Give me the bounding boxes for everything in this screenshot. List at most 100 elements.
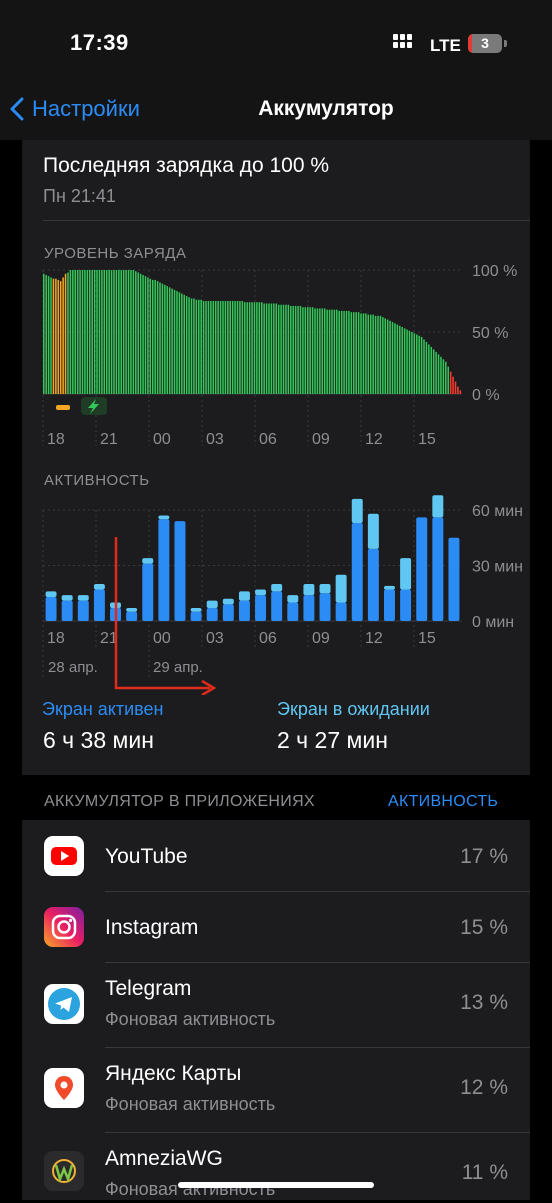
app-row-youtube[interactable]: YouTube 17 % <box>22 820 530 892</box>
level-bar <box>459 390 462 394</box>
level-bar <box>171 288 173 394</box>
level-bar <box>260 302 263 394</box>
level-bar <box>120 270 123 394</box>
level-bar <box>411 332 413 394</box>
level-bar <box>164 284 166 394</box>
level-bar <box>437 354 440 394</box>
activity-bar-idle <box>351 498 363 523</box>
level-bar <box>200 299 202 394</box>
app-row-instagram[interactable]: Instagram 15 % <box>22 892 530 963</box>
level-bar <box>377 315 379 394</box>
level-bar <box>338 310 341 394</box>
level-bar <box>161 283 164 394</box>
level-bar <box>108 270 110 394</box>
level-bar <box>52 278 55 394</box>
app-percent: 15 % <box>460 916 508 939</box>
activity-bar-idle <box>367 513 379 549</box>
activity-bar-active <box>400 589 412 621</box>
level-bar <box>127 270 130 394</box>
level-bar <box>362 313 365 394</box>
app-row-telegram[interactable]: Telegram Фоновая активность 13 % <box>22 963 530 1048</box>
x-tick-label: 15 <box>418 630 436 647</box>
level-bar <box>105 270 108 394</box>
level-bar <box>386 319 389 394</box>
level-bar <box>69 270 72 394</box>
level-bar <box>72 270 74 394</box>
level-bar <box>64 273 67 394</box>
apps-section-header: АККУМУЛЯТОР В ПРИЛОЖЕНИЯХ <box>44 793 315 810</box>
level-bar <box>57 279 60 394</box>
level-bar <box>258 302 261 394</box>
level-bar <box>297 305 299 394</box>
level-bar <box>244 302 246 394</box>
level-bar <box>447 366 449 394</box>
level-bar <box>314 308 316 394</box>
battery-level-chart[interactable]: 18 21 00 03 06 09 12 15 100 % 50 % 0 % <box>22 140 530 460</box>
x-tick-label: 09 <box>312 630 330 647</box>
level-bar <box>454 381 457 394</box>
level-bar <box>98 270 101 394</box>
level-bar <box>212 301 215 394</box>
level-bar <box>328 309 331 394</box>
level-bar <box>265 303 268 394</box>
bolt-icon <box>81 397 107 415</box>
level-bar <box>369 314 372 394</box>
level-bar <box>292 305 294 394</box>
level-bar <box>195 299 198 394</box>
level-bar <box>217 301 219 394</box>
level-bar <box>452 376 454 394</box>
show-activity-button[interactable]: АКТИВНОСТЬ <box>388 793 498 811</box>
level-bar <box>222 301 224 394</box>
activity-bar-active <box>432 517 444 621</box>
activity-bar-idle <box>303 584 315 596</box>
level-bar <box>96 270 98 394</box>
level-bar <box>193 298 195 394</box>
activity-chart[interactable]: 18 21 00 03 06 09 12 1528 апр. 29 апр.60 мин30 м… <box>0 480 552 710</box>
battery-icon: 3 <box>468 34 502 53</box>
app-name: AmneziaWG <box>105 1147 223 1170</box>
cellular-signal-icon <box>393 34 417 53</box>
level-bar <box>316 308 319 394</box>
level-bar <box>198 299 200 394</box>
activity-bar-active <box>416 517 428 621</box>
level-bar <box>382 317 384 394</box>
activity-bar-idle <box>319 584 331 594</box>
app-percent: 13 % <box>460 991 508 1014</box>
level-bar <box>113 270 115 394</box>
level-bar <box>299 305 302 394</box>
battery-level: 3 <box>481 35 489 51</box>
screen-active-duration: 6 ч 38 мин <box>43 727 154 753</box>
activity-bar-idle <box>384 585 395 590</box>
level-bar <box>132 270 135 394</box>
level-bar <box>306 307 309 394</box>
app-percent: 12 % <box>460 1076 508 1099</box>
level-bar <box>374 315 377 394</box>
x-tick-label: 12 <box>365 431 383 448</box>
level-bar <box>214 301 217 394</box>
y-tick-label: 0 мин <box>472 614 514 631</box>
activity-bar-idle <box>61 595 73 601</box>
level-bar <box>403 328 406 394</box>
level-bar <box>93 270 96 394</box>
level-bar <box>207 301 210 394</box>
level-bar <box>389 320 391 394</box>
level-bar <box>323 308 326 394</box>
app-name: Яндекс Карты <box>105 1062 242 1085</box>
level-bar <box>333 309 336 394</box>
home-indicator[interactable] <box>178 1182 374 1188</box>
page-title: Аккумулятор <box>0 97 552 121</box>
level-bar <box>457 386 459 394</box>
activity-bar-idle <box>93 584 105 590</box>
level-bar <box>45 274 47 394</box>
level-bar <box>396 324 399 394</box>
level-bar <box>142 274 144 394</box>
level-bar <box>326 309 328 394</box>
app-subtitle: Фоновая активность <box>105 1094 276 1114</box>
app-row-yandex-maps[interactable]: Яндекс Карты Фоновая активность 12 % <box>22 1048 530 1133</box>
level-bar <box>159 282 161 394</box>
level-bar <box>415 334 418 394</box>
activity-bar-active <box>93 589 105 621</box>
annotation-arrow <box>114 537 217 695</box>
level-bar <box>181 293 183 394</box>
app-row-amneziawg[interactable]: AmneziaWG Фоновая активность 11 % <box>22 1133 530 1203</box>
